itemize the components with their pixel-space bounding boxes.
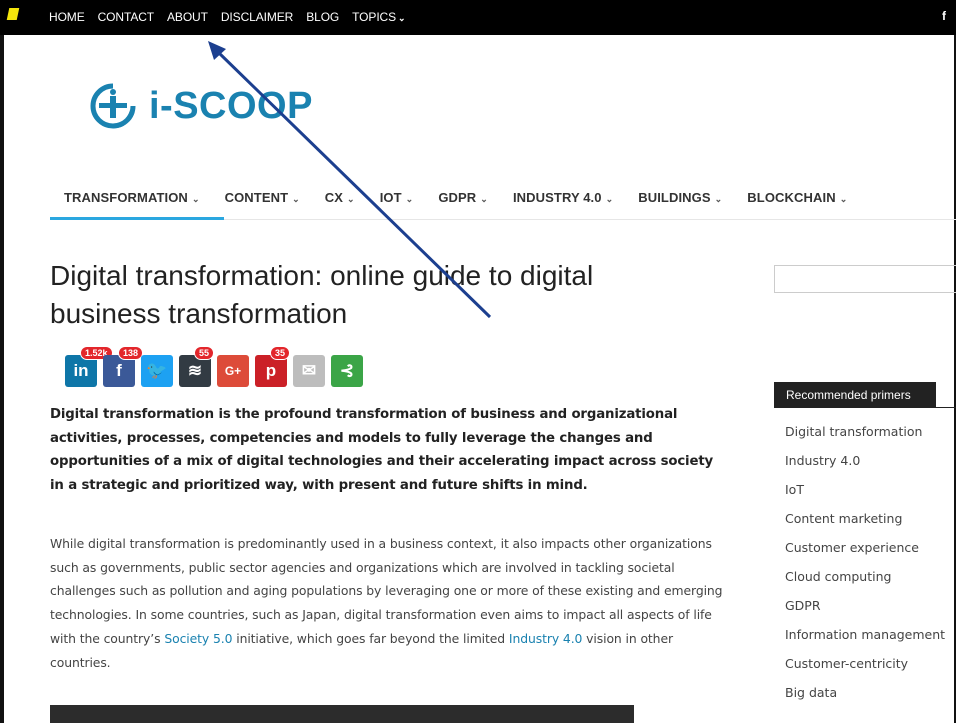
nav-iot[interactable]: IOT ⌄ xyxy=(380,190,414,205)
primer-link[interactable]: Industry 4.0 xyxy=(785,453,945,482)
primers-list: Digital transformation Industry 4.0 IoT Con… xyxy=(785,424,945,714)
twitter-share-button[interactable]: 🐦 xyxy=(141,355,173,387)
site-logo[interactable]: i-SCOOP xyxy=(87,83,313,129)
logo-mark-icon xyxy=(90,83,136,129)
pinterest-icon: p xyxy=(265,361,277,380)
primer-link[interactable]: Big data xyxy=(785,685,945,714)
society-5-link[interactable]: Society 5.0 xyxy=(164,631,232,646)
widget-divider xyxy=(774,407,956,408)
nav-label: INDUSTRY 4.0 xyxy=(512,190,602,205)
nav-label: BUILDINGS xyxy=(638,190,711,205)
nav-label: IOT xyxy=(379,190,402,205)
nav-cx[interactable]: CX ⌄ xyxy=(325,190,355,205)
nav-blockchain[interactable]: BLOCKCHAIN ⌄ xyxy=(747,190,847,205)
nav-active-indicator xyxy=(50,217,224,220)
sharethis-icon: ⊰ xyxy=(339,361,355,380)
nav-content[interactable]: CONTENT ⌄ xyxy=(225,190,300,205)
share-count-badge: 35 xyxy=(270,346,291,360)
share-count-badge: 55 xyxy=(194,346,215,360)
linkedin-icon: in xyxy=(73,361,89,380)
primer-link[interactable]: Information management xyxy=(785,627,945,656)
share-count-badge: 138 xyxy=(118,346,144,360)
widget-title: Recommended primers xyxy=(774,382,936,408)
nav-label: CX xyxy=(324,190,344,205)
topnav-contact[interactable]: CONTACT xyxy=(98,10,155,24)
window-frame-left xyxy=(0,0,4,723)
nav-transformation[interactable]: TRANSFORMATION ⌄ xyxy=(64,190,200,205)
topnav-about[interactable]: ABOUT xyxy=(167,10,208,24)
top-bar: HOME CONTACT ABOUT DISCLAIMER BLOG TOPIC… xyxy=(0,0,956,35)
nav-industry[interactable]: INDUSTRY 4.0 ⌄ xyxy=(513,190,613,205)
nav-label: TRANSFORMATION xyxy=(64,190,188,205)
article-image xyxy=(50,705,634,723)
industry-4-link[interactable]: Industry 4.0 xyxy=(509,631,583,646)
article-lead: Digital transformation is the profound t… xyxy=(50,407,714,493)
nav-label: BLOCKCHAIN xyxy=(747,190,836,205)
topnav-blog[interactable]: BLOG xyxy=(306,10,339,24)
primer-link[interactable]: Customer-centricity xyxy=(785,656,945,685)
chevron-down-icon: ⌄ xyxy=(714,194,723,204)
pinterest-share-button[interactable]: p 35 xyxy=(255,346,291,387)
primer-link[interactable]: GDPR xyxy=(785,598,945,627)
chevron-down-icon: ⌄ xyxy=(191,194,200,204)
linkedin-share-button[interactable]: in 1.52k xyxy=(65,346,113,387)
logo-text: i-SCOOP xyxy=(149,84,313,127)
email-icon: ✉ xyxy=(301,361,317,380)
primer-link[interactable]: Content marketing xyxy=(785,511,945,540)
primer-link[interactable]: Digital transformation xyxy=(785,424,945,453)
facebook-icon[interactable]: f xyxy=(942,9,946,23)
primer-link[interactable]: IoT xyxy=(785,482,945,511)
article-body: While digital transformation is predomin… xyxy=(50,532,730,674)
nav-label: CONTENT xyxy=(224,190,289,205)
twitter-icon: 🐦 xyxy=(146,361,168,380)
topnav-topics-label: TOPICS xyxy=(352,10,397,24)
nav-buildings[interactable]: BUILDINGS ⌄ xyxy=(638,190,722,205)
chevron-down-icon: ⌄ xyxy=(839,194,848,204)
primer-link[interactable]: Cloud computing xyxy=(785,569,945,598)
topnav-disclaimer[interactable]: DISCLAIMER xyxy=(221,10,293,24)
yellow-tag-icon xyxy=(6,8,20,20)
google-plus-share-button[interactable]: G+ xyxy=(217,355,249,387)
google-plus-icon: G+ xyxy=(224,364,242,378)
email-share-button[interactable]: ✉ xyxy=(293,355,325,387)
nav-gdpr[interactable]: GDPR ⌄ xyxy=(438,190,488,205)
sharethis-share-button[interactable]: ⊰ xyxy=(331,355,363,387)
chevron-down-icon: ⌄ xyxy=(480,194,488,204)
body-text: initiative, which goes far beyond the li… xyxy=(232,630,509,646)
chevron-down-icon: ⌄ xyxy=(398,13,406,23)
chevron-down-icon: ⌄ xyxy=(292,194,300,204)
chevron-down-icon: ⌄ xyxy=(405,194,414,204)
search-input[interactable] xyxy=(774,265,956,293)
body-text: While digital transformation is predomin… xyxy=(50,536,723,646)
top-nav: HOME CONTACT ABOUT DISCLAIMER BLOG TOPIC… xyxy=(49,10,418,24)
buffer-icon: ≋ xyxy=(187,361,203,380)
facebook-share-button[interactable]: f 138 xyxy=(103,346,144,387)
nav-label: GDPR xyxy=(438,190,477,205)
share-buttons: in 1.52k f 138 🐦 ≋ 55 G+ p 35 ✉ ⊰ xyxy=(65,346,363,387)
chevron-down-icon: ⌄ xyxy=(347,194,355,204)
facebook-icon: f xyxy=(116,361,122,380)
primer-link[interactable]: Customer experience xyxy=(785,540,945,569)
topnav-home[interactable]: HOME xyxy=(49,10,85,24)
main-nav: TRANSFORMATION ⌄ CONTENT ⌄ CX ⌄ IOT ⌄ GDPR ⌄ … xyxy=(64,190,872,205)
chevron-down-icon: ⌄ xyxy=(605,194,614,204)
buffer-share-button[interactable]: ≋ 55 xyxy=(179,346,215,387)
page-title: Digital transformation: online guide to … xyxy=(50,260,594,329)
topnav-topics[interactable]: TOPICS ⌄ xyxy=(352,10,405,24)
